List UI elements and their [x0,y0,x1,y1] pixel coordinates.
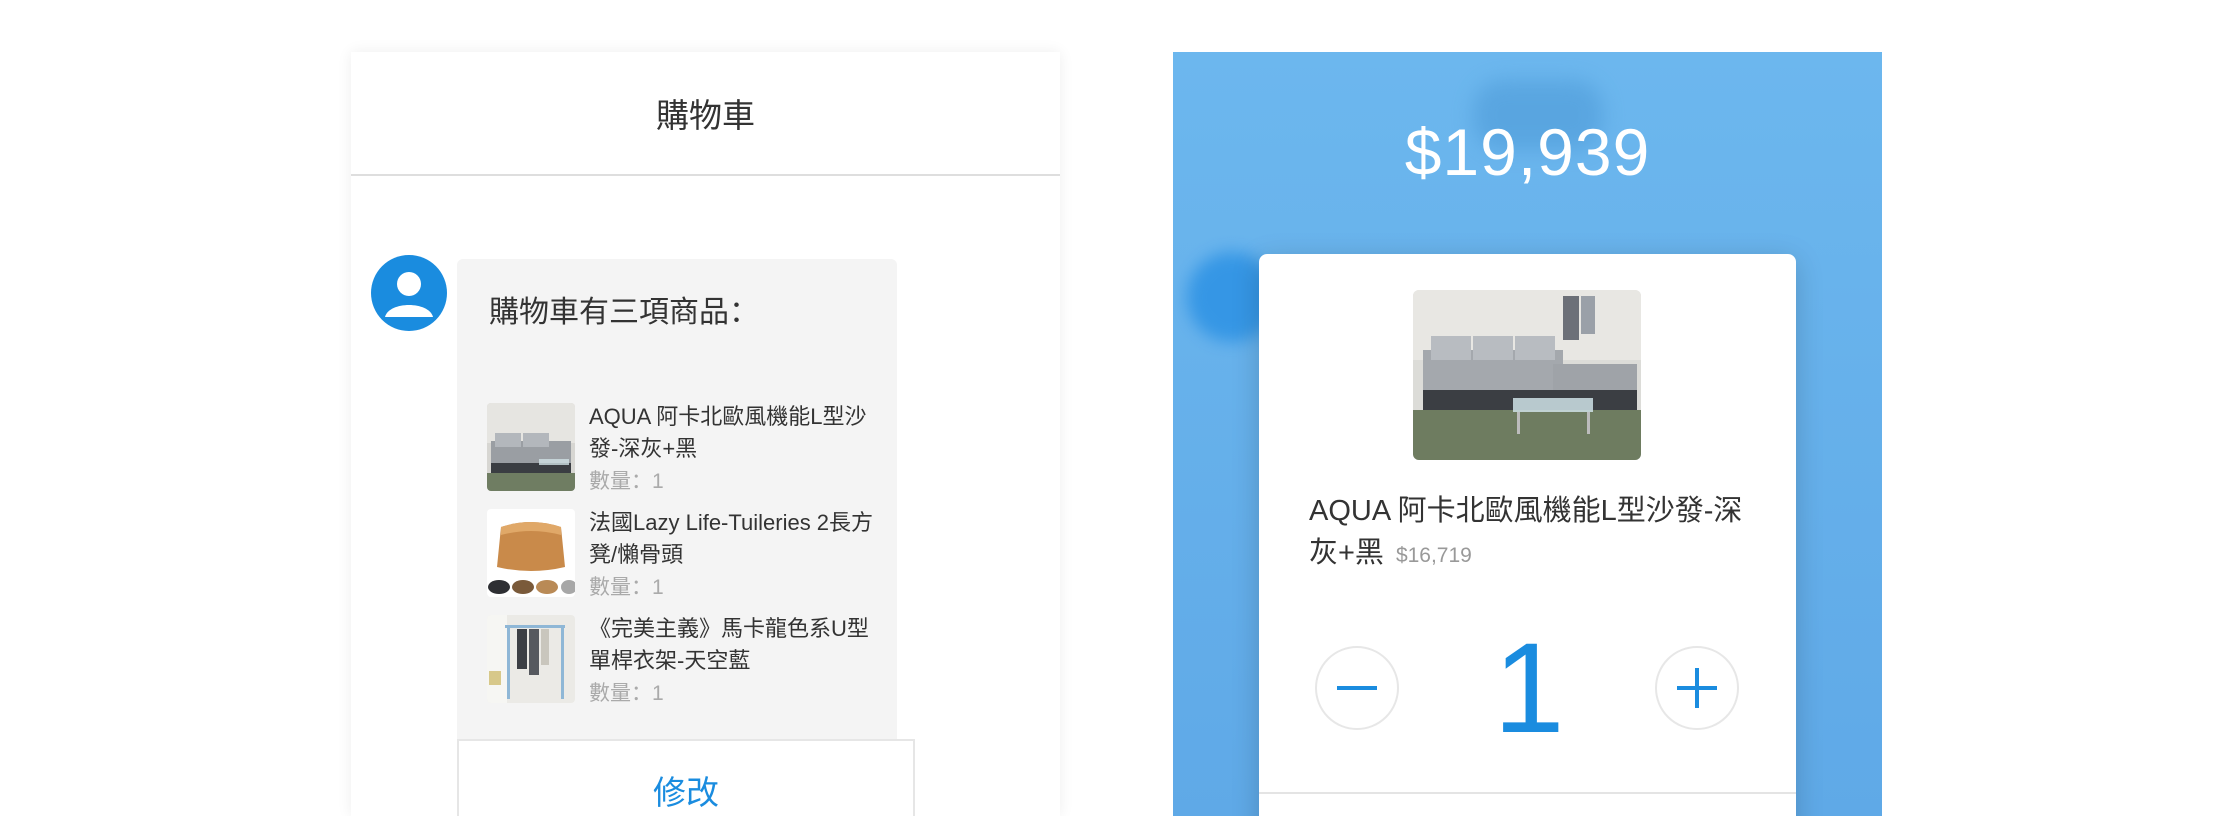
minus-icon [1337,686,1377,690]
item-name: 《完美主義》馬卡龍色系U型單桿衣架-天空藍 [589,616,869,673]
avatar [371,255,447,331]
ottoman-image [487,509,575,597]
edit-button[interactable]: 修改 [457,739,915,816]
item-name: AQUA 阿卡北歐風機能L型沙發-深灰+黑 [589,404,867,461]
list-item[interactable]: 《完美主義》馬卡龍色系U型單桿衣架-天空藍 數量：1 [487,613,887,705]
product-name-text: AQUA 阿卡北歐風機能L型沙發-深灰+黑 [1309,495,1743,569]
item-quantity: 數量：1 [589,470,664,493]
product-name: AQUA 阿卡北歐風機能L型沙發-深灰+黑 $16,719 [1309,490,1759,577]
sofa-image [487,403,575,491]
message-bubble: 購物車有三項商品： AQUA 阿卡北歐風機能L型沙發-深灰+黑 數量：1 法國L… [457,259,897,739]
sofa-image [1413,290,1641,460]
item-quantity: 數量：1 [589,576,664,599]
decrease-quantity-button[interactable] [1315,646,1399,730]
clothes-rack-image [487,615,575,703]
message-title: 購物車有三項商品： [489,296,759,329]
product-detail-screen: $19,939 AQUA 阿卡北歐風機能L型沙發-深灰+黑 $16,719 1 [1173,52,1882,816]
plus-icon [1677,668,1717,708]
divider [1259,792,1796,794]
increase-quantity-button[interactable] [1655,646,1739,730]
quantity-value: 1 [1493,617,1565,760]
product-card: AQUA 阿卡北歐風機能L型沙發-深灰+黑 $16,719 1 [1259,254,1796,816]
page-title: 購物車 [351,52,1060,176]
item-quantity: 數量：1 [589,682,664,705]
list-item[interactable]: AQUA 阿卡北歐風機能L型沙發-深灰+黑 數量：1 [487,401,887,493]
item-name: 法國Lazy Life-Tuileries 2長方凳/懶骨頭 [589,510,874,567]
list-item[interactable]: 法國Lazy Life-Tuileries 2長方凳/懶骨頭 數量：1 [487,507,887,599]
cart-chat-screen: 購物車 購物車有三項商品： AQUA 阿卡北歐風機能L型沙發-深灰+黑 數量：1… [351,52,1060,816]
user-icon [385,272,433,317]
product-price: $16,719 [1395,544,1472,567]
cart-total: $19,939 [1404,115,1651,189]
